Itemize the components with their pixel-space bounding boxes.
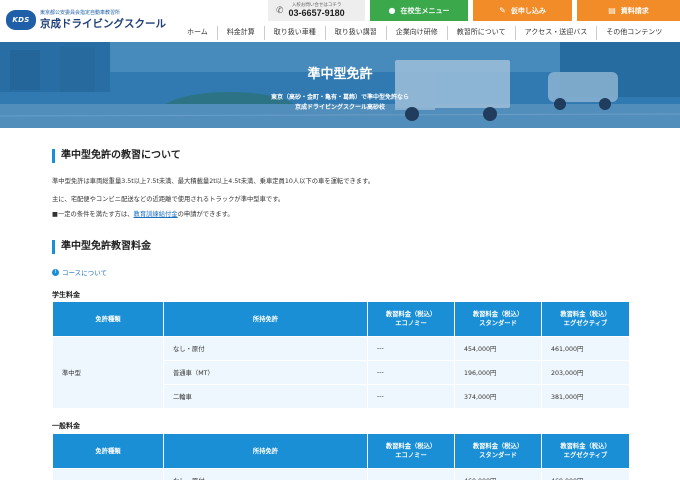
phone-contact[interactable]: ✆ 入校お問い合せはコチラ 03-6657-9180 [268, 0, 365, 21]
table-row: 準中型 なし・原付 --- 454,000円 461,000円 [52, 336, 630, 409]
held-license-cell: なし・原付 [163, 336, 368, 361]
student-fee-label: 学生料金 [52, 291, 80, 299]
course-link[interactable]: i コースについて [52, 267, 107, 277]
subsidy-text-prefix: ■一定の条件を満たす方は、 [52, 211, 134, 218]
page-title: 準中型免許 [307, 67, 373, 82]
executive-price-cell: 203,000円 [541, 360, 630, 385]
table-header-row: 免許種類 所持免許 教習料金（税込） エコノミー 教習料金（税込） スタンダード 教… [52, 433, 630, 469]
about-heading: 準中型免許の教習について [52, 149, 181, 163]
col-header-license: 所持免許 [163, 433, 368, 469]
general-fee-label: 一般料金 [52, 422, 80, 430]
nav-other[interactable]: その他コンテンツ [596, 26, 671, 40]
col-header-economy: 教習料金（税込） エコノミー [367, 301, 455, 337]
col-header-executive: 教習料金（税込） エグゼクティブ [541, 433, 630, 469]
nav-fee-calc[interactable]: 料金計算 [216, 26, 264, 40]
phone-number: 03-6657-9180 [288, 8, 345, 18]
standard-price-cell: 454,000円 [454, 336, 542, 361]
nav-vehicles[interactable]: 取り扱い車種 [263, 26, 325, 40]
col-header-economy: 教習料金（税込） エコノミー [367, 433, 455, 469]
hero-subtitle-1: 東京（高砂・金町・亀有・葛飾）で準中型免許なら [270, 94, 409, 101]
signup-button[interactable]: ✎ 仮申し込み [473, 0, 572, 21]
student-fee-table: 免許種類 所持免許 教習料金（税込） エコノミー 教習料金（税込） スタンダード 教… [52, 301, 630, 409]
logo-mark-icon: KDS [6, 10, 36, 30]
standard-price-cell: 460,000円 [454, 468, 542, 480]
about-paragraph-2: 主に、宅配便やコンビニ配送などの近距離で使用されるトラックが準中型車です。 [52, 196, 285, 203]
col-header-standard: 教習料金（税込） スタンダード [454, 301, 542, 337]
economy-price-cell: --- [367, 360, 455, 385]
col-header-type: 免許種類 [52, 433, 164, 469]
main-nav: ホーム 料金計算 取り扱い車種 取り扱い講習 企業向け研修 教習所について アク… [178, 26, 671, 40]
course-link-label: コースについて [62, 269, 107, 277]
nav-courses[interactable]: 取り扱い講習 [324, 26, 386, 40]
standard-price-cell: 196,000円 [454, 360, 542, 385]
nav-corporate[interactable]: 企業向け研修 [385, 26, 447, 40]
brochure-request-label: 資料請求 [620, 6, 649, 15]
standard-price-cell: 374,000円 [454, 384, 542, 409]
license-type-cell [52, 468, 164, 480]
signup-icon: ✎ [499, 6, 506, 15]
subsidy-link[interactable]: 教育訓練給付金 [134, 211, 178, 218]
table-row: なし・原付 460,000円 469,000円 [52, 468, 630, 480]
col-header-license: 所持免許 [163, 301, 368, 337]
col-header-type: 免許種類 [52, 301, 164, 337]
site-header: KDS 東京都公安委員会指定自動車教習所 京成ドライビングスクール ✆ 入校お問… [0, 0, 680, 42]
held-license-cell: なし・原付 [163, 468, 368, 480]
nav-home[interactable]: ホーム [178, 26, 217, 40]
held-license-cell: 普通車（MT） [163, 360, 368, 385]
nav-about[interactable]: 教習所について [446, 26, 515, 40]
economy-price-cell: --- [367, 336, 455, 361]
hero-background-image [0, 42, 680, 128]
fees-heading: 準中型免許教習料金 [52, 240, 151, 254]
document-icon: ▤ [608, 6, 616, 15]
subsidy-text-suffix: の申請ができます。 [177, 211, 234, 218]
executive-price-cell: 461,000円 [541, 336, 630, 361]
col-header-executive: 教習料金（税込） エグゼクティブ [541, 301, 630, 337]
logo-subtitle: 東京都公安委員会指定自動車教習所 [40, 10, 121, 16]
executive-price-cell: 381,000円 [541, 384, 630, 409]
general-fee-table: 免許種類 所持免許 教習料金（税込） エコノミー 教習料金（税込） スタンダード 教… [52, 433, 630, 480]
about-paragraph-1: 準中型免許は車両総重量3.5t以上7.5t未満、最大積載量2t以上4.5t未満、… [52, 178, 375, 185]
table-header-row: 免許種類 所持免許 教習料金（税込） エコノミー 教習料金（税込） スタンダード 教… [52, 301, 630, 337]
economy-price-cell: --- [367, 384, 455, 409]
hero-subtitle-2: 京成ドライビングスクール高砂校 [294, 104, 385, 111]
student-menu-button[interactable]: ● 在校生メニュー [370, 0, 468, 21]
info-icon: i [52, 268, 59, 276]
economy-price-cell [367, 468, 455, 480]
brochure-request-button[interactable]: ▤ 資料請求 [577, 0, 680, 21]
col-header-standard: 教習料金（税込） スタンダード [454, 433, 542, 469]
about-paragraph-3: ■一定の条件を満たす方は、教育訓練給付金の申請ができます。 [52, 209, 234, 218]
logo-name: 京成ドライビングスクール [40, 18, 166, 30]
person-icon: ● [388, 6, 396, 15]
logo[interactable]: KDS 東京都公安委員会指定自動車教習所 京成ドライビングスクール [6, 9, 166, 31]
license-type-cell: 準中型 [52, 336, 164, 409]
student-menu-label: 在校生メニュー [400, 6, 450, 15]
hero-banner: 準中型免許 東京（高砂・金町・亀有・葛飾）で準中型免許なら 京成ドライビングスク… [0, 42, 680, 128]
held-license-cell: 二輪車 [163, 384, 368, 409]
phone-icon: ✆ [276, 5, 284, 16]
nav-access[interactable]: アクセス・送迎バス [514, 26, 597, 40]
signup-label: 仮申し込み [510, 6, 546, 15]
executive-price-cell: 469,000円 [541, 468, 630, 480]
